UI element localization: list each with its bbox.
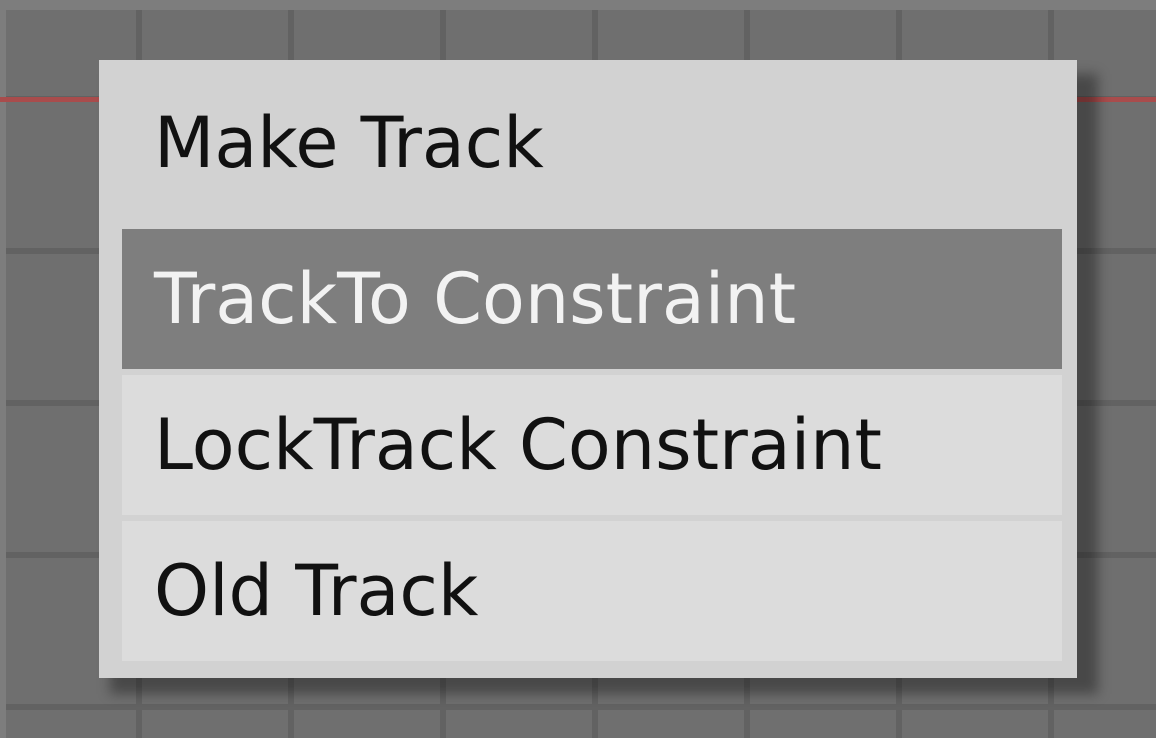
- menu-item-locktrack-constraint[interactable]: LockTrack Constraint: [122, 375, 1062, 515]
- menu-item-old-track[interactable]: Old Track: [122, 521, 1062, 661]
- menu-item-trackto-constraint[interactable]: TrackTo Constraint: [122, 229, 1062, 369]
- make-track-popup-menu: Make Track TrackTo Constraint LockTrack …: [99, 60, 1077, 678]
- menu-item-label: TrackTo Constraint: [154, 258, 797, 340]
- menu-item-label: Old Track: [154, 550, 479, 632]
- menu-title: Make Track: [154, 102, 544, 184]
- menu-item-label: LockTrack Constraint: [154, 404, 882, 486]
